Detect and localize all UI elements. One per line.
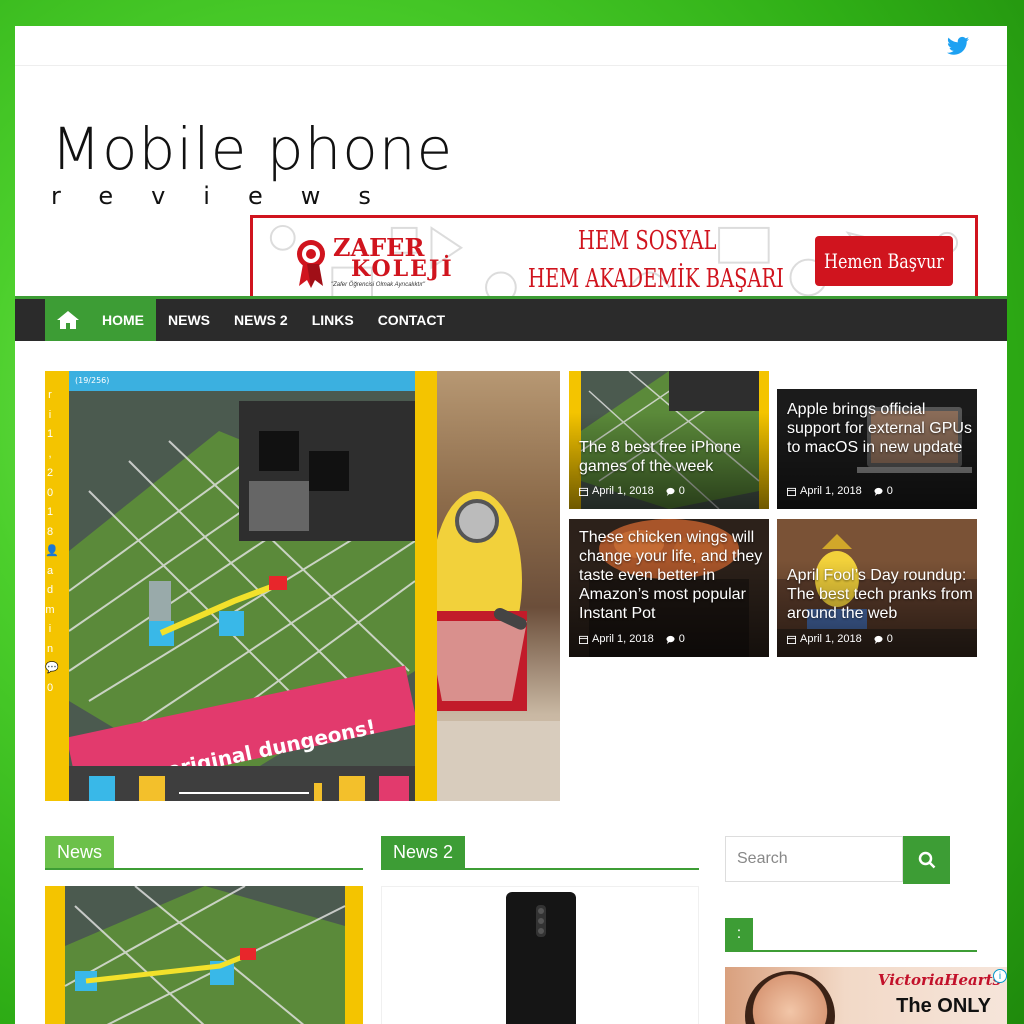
- seal-icon: [297, 240, 325, 288]
- comment-icon: [874, 487, 883, 496]
- meta-char: r: [48, 389, 52, 401]
- home-icon: [56, 311, 79, 329]
- news2-thumbnail[interactable]: [381, 886, 699, 1024]
- game-screenshot: Create original dungeons! (19/256): [69, 371, 415, 801]
- top-bar: [15, 26, 1007, 66]
- card-meta: April 1, 2018 0: [579, 485, 685, 497]
- meta-char: 0: [46, 681, 54, 694]
- slogan-line-1: HEM SOSYAL: [578, 226, 717, 256]
- main-nav: HOME NEWS NEWS 2 LINKS CONTACT: [15, 296, 1007, 341]
- ad-brand: VictoriaHearts: [877, 971, 1001, 989]
- nav-home-button[interactable]: [45, 299, 90, 341]
- ad-model-image: [745, 971, 835, 1024]
- news-section-header: News: [45, 836, 363, 870]
- post-card-4[interactable]: April Fool’s Day roundup: The best tech …: [777, 519, 977, 657]
- meta-char: 8: [46, 525, 54, 538]
- meta-char: d: [46, 584, 54, 596]
- post-card-3[interactable]: These chicken wings will change your lif…: [569, 519, 769, 657]
- card-date[interactable]: April 1, 2018: [800, 633, 862, 645]
- ad-headline: The ONLY: [896, 995, 991, 1017]
- search-button[interactable]: [903, 836, 950, 884]
- meta-char: ,: [48, 447, 52, 460]
- comment-icon: 💬: [45, 662, 59, 674]
- level-counter: (19/256): [75, 376, 109, 385]
- nav-item-news[interactable]: NEWS: [156, 299, 222, 341]
- news2-section-title[interactable]: News 2: [381, 836, 466, 868]
- slogan-line-2: HEM AKADEMİK BAŞARI: [528, 264, 784, 294]
- dungeon-game-art: Create original dungeons! (19/256): [69, 371, 415, 801]
- minion-illustration: [427, 491, 560, 801]
- phone-product-image: [506, 892, 576, 1024]
- post-card-1[interactable]: The 8 best free iPhone games of the week…: [569, 371, 769, 509]
- user-icon: 👤: [45, 545, 59, 557]
- twitter-icon[interactable]: [947, 36, 969, 56]
- nav-item-home[interactable]: HOME: [90, 299, 156, 341]
- apply-now-button[interactable]: Hemen Başvur: [815, 236, 953, 286]
- card-comments[interactable]: 0: [679, 633, 685, 645]
- meta-char: 0: [46, 486, 54, 499]
- meta-char: i: [48, 408, 52, 421]
- news-thumbnail[interactable]: [45, 886, 363, 1024]
- featured-phone-image: Create original dungeons! (19/256): [45, 371, 437, 801]
- sidebar-widget-header: :: [725, 918, 977, 952]
- meta-char: 1: [46, 506, 54, 518]
- news-thumbnail-image: [64, 886, 346, 1024]
- card-meta: April 1, 2018 0: [579, 633, 685, 645]
- calendar-icon: [579, 635, 588, 644]
- card-title[interactable]: April Fool’s Day roundup: The best tech …: [787, 566, 973, 623]
- search-input[interactable]: Search: [725, 836, 903, 882]
- meta-char: 2: [46, 467, 54, 479]
- ad-choices-icon[interactable]: i: [993, 969, 1007, 983]
- nav-item-links[interactable]: LINKS: [300, 299, 366, 341]
- sidebar-ad[interactable]: VictoriaHearts The ONLY i ✕: [725, 967, 1007, 1024]
- card-date[interactable]: April 1, 2018: [800, 485, 862, 497]
- sidebar-widget-title: :: [725, 918, 753, 950]
- page: Mobile phone reviews ZAFER KOLEJİ "Zafer…: [15, 26, 1007, 1024]
- card-comments[interactable]: 0: [887, 633, 893, 645]
- meta-char: 1: [46, 428, 54, 440]
- card-title[interactable]: The 8 best free iPhone games of the week: [579, 438, 765, 476]
- featured-vertical-meta: r i 1 , 2 0 1 8 👤 a d m i n 💬 0: [45, 386, 59, 698]
- site-subtitle: reviews: [51, 182, 409, 210]
- card-comments[interactable]: 0: [887, 485, 893, 497]
- site-header: Mobile phone reviews ZAFER KOLEJİ "Zafer…: [15, 66, 1007, 305]
- comment-icon: [666, 635, 675, 644]
- card-comments[interactable]: 0: [679, 485, 685, 497]
- card-title[interactable]: These chicken wings will change your lif…: [579, 528, 765, 623]
- search-icon: [918, 851, 935, 869]
- card-meta: April 1, 2018 0: [787, 485, 893, 497]
- card-title[interactable]: Apple brings official support for extern…: [787, 400, 973, 457]
- news2-section-header: News 2: [381, 836, 699, 870]
- site-title[interactable]: Mobile phone: [51, 120, 453, 178]
- meta-char: m: [45, 603, 55, 616]
- calendar-icon: [579, 487, 588, 496]
- calendar-icon: [787, 487, 796, 496]
- calendar-icon: [787, 635, 796, 644]
- banner-ad[interactable]: ZAFER KOLEJİ "Zafer Öğrencisi Olmak Ayrı…: [250, 215, 978, 305]
- card-date[interactable]: April 1, 2018: [592, 485, 654, 497]
- featured-slider[interactable]: Create original dungeons! (19/256): [45, 371, 560, 801]
- post-card-2[interactable]: Apple brings official support for extern…: [777, 371, 977, 509]
- apply-now-label: Hemen Başvur: [824, 249, 944, 273]
- card-meta: April 1, 2018 0: [787, 633, 893, 645]
- meta-char: a: [46, 564, 54, 577]
- nav-item-contact[interactable]: CONTACT: [366, 299, 457, 341]
- featured-scene-image: [427, 371, 560, 801]
- card-date[interactable]: April 1, 2018: [592, 633, 654, 645]
- news-section-title[interactable]: News: [45, 836, 115, 868]
- meta-char: n: [46, 642, 54, 655]
- brand-line-2: KOLEJİ: [351, 256, 454, 282]
- meta-char: i: [48, 623, 52, 635]
- brand-tagline: "Zafer Öğrencisi Olmak Ayrıcalıktır": [331, 282, 426, 288]
- nav-item-news-2[interactable]: NEWS 2: [222, 299, 300, 341]
- comment-icon: [666, 487, 675, 496]
- comment-icon: [874, 635, 883, 644]
